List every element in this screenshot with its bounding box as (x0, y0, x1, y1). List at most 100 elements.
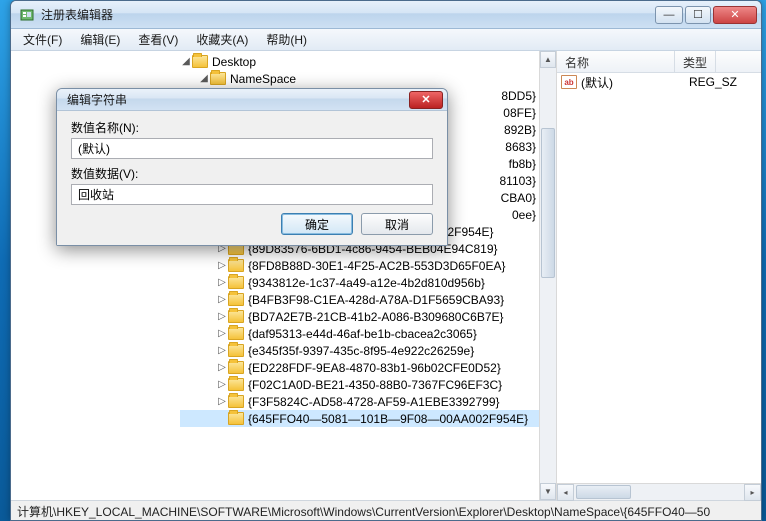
tree-item[interactable]: ◢ Desktop (180, 53, 556, 70)
hscroll-left-button[interactable]: ◂ (557, 484, 574, 501)
tree-item[interactable]: ▷ {BD7A2E7B-21CB-41b2-A086-B309680C6B7E} (180, 308, 556, 325)
dialog-body: 数值名称(N): 数值数据(V): 确定 取消 (57, 111, 447, 245)
list-row[interactable]: ab (默认) REG_SZ (557, 73, 761, 91)
scroll-thumb[interactable] (541, 128, 555, 278)
expand-toggle-icon[interactable]: ▷ (216, 260, 228, 272)
tree-label: NameSpace (230, 72, 296, 86)
expand-toggle-icon[interactable]: ◢ (180, 56, 192, 68)
tree-item[interactable]: ▷ {e345f35f-9397-435c-8f95-4e922c26259e} (180, 342, 556, 359)
tree-vscrollbar[interactable]: ▲ ▼ (539, 51, 556, 500)
value-name-input[interactable] (71, 138, 433, 159)
tree-label: 892B} (504, 123, 536, 137)
tree-item[interactable]: ▷ {daf95313-e44d-46af-be1b-cbacea2c3065} (180, 325, 556, 342)
window-buttons: — ☐ ✕ (655, 6, 757, 24)
edit-string-dialog: 编辑字符串 ✕ 数值名称(N): 数值数据(V): 确定 取消 (56, 88, 448, 246)
col-name[interactable]: 名称 (557, 51, 675, 72)
folder-icon (228, 412, 244, 425)
tree-item[interactable]: ▷ {F02C1A0D-BE21-4350-88B0-7367FC96EF3C} (180, 376, 556, 393)
string-icon: ab (561, 75, 577, 89)
tree-label: 81103} (500, 174, 537, 188)
tree-item[interactable]: ▷ {B4FB3F98-C1EA-428d-A78A-D1F5659CBA93} (180, 291, 556, 308)
tree-label: 0ee} (512, 208, 536, 222)
dialog-title: 编辑字符串 (67, 91, 409, 108)
tree-label: 8683} (505, 140, 536, 154)
folder-icon (228, 327, 244, 340)
list-header[interactable]: 名称 类型 (557, 51, 761, 73)
tree-label: {BD7A2E7B-21CB-41b2-A086-B309680C6B7E} (248, 310, 504, 324)
col-type[interactable]: 类型 (675, 51, 716, 72)
folder-icon (228, 344, 244, 357)
tree-label: 8DD5} (501, 89, 536, 103)
folder-icon (192, 55, 208, 68)
titlebar[interactable]: 注册表编辑器 — ☐ ✕ (11, 1, 761, 29)
tree-item[interactable]: {645FFO40—5081—101B—9F08—00AA002F954E} (180, 410, 556, 427)
tree-label: Desktop (212, 55, 256, 69)
expand-toggle-icon[interactable]: ▷ (216, 379, 228, 391)
tree-label: {645FFO40—5081—101B—9F08—00AA002F954E} (248, 412, 528, 426)
menubar: 文件(F) 编辑(E) 查看(V) 收藏夹(A) 帮助(H) (11, 29, 761, 51)
ok-button[interactable]: 确定 (281, 213, 353, 235)
menu-favorites[interactable]: 收藏夹(A) (188, 29, 256, 50)
tree-item[interactable]: ▷ {F3F5824C-AD58-4728-AF59-A1EBE3392799} (180, 393, 556, 410)
folder-icon (228, 378, 244, 391)
value-list-pane: 名称 类型 ab (默认) REG_SZ ◂ ▸ (557, 51, 761, 500)
window-title: 注册表编辑器 (41, 6, 655, 23)
maximize-button[interactable]: ☐ (685, 6, 711, 24)
folder-icon (228, 361, 244, 374)
folder-icon (210, 72, 226, 85)
folder-icon (228, 293, 244, 306)
value-data-input[interactable] (71, 184, 433, 205)
expand-toggle-icon[interactable]: ▷ (216, 328, 228, 340)
tree-item[interactable]: ▷ {ED228FDF-9EA8-4870-83b1-96b02CFE0D52} (180, 359, 556, 376)
tree-label: {F3F5824C-AD58-4728-AF59-A1EBE3392799} (248, 395, 500, 409)
close-button[interactable]: ✕ (713, 6, 757, 24)
menu-edit[interactable]: 编辑(E) (72, 29, 128, 50)
folder-icon (228, 276, 244, 289)
expand-toggle-icon[interactable]: ▷ (216, 294, 228, 306)
regedit-icon (19, 7, 35, 23)
expand-toggle-icon[interactable]: ▷ (216, 277, 228, 289)
folder-icon (228, 395, 244, 408)
scroll-track[interactable] (540, 68, 556, 483)
value-name: (默认) (581, 74, 689, 91)
status-path: 计算机\HKEY_LOCAL_MACHINE\SOFTWARE\Microsof… (17, 505, 710, 519)
expand-toggle-icon[interactable]: ▷ (216, 311, 228, 323)
tree-label: {8FD8B88D-30E1-4F25-AC2B-553D3D65F0EA} (248, 259, 505, 273)
main-window: 注册表编辑器 — ☐ ✕ 文件(F) 编辑(E) 查看(V) 收藏夹(A) 帮助… (10, 0, 762, 521)
tree-label: {e345f35f-9397-435c-8f95-4e922c26259e} (248, 344, 474, 358)
expand-toggle-icon[interactable]: ◢ (198, 73, 210, 85)
expand-toggle-icon[interactable]: ▷ (216, 396, 228, 408)
tree-label: CBA0} (501, 191, 536, 205)
value-name-label: 数值名称(N): (71, 119, 433, 136)
scroll-down-button[interactable]: ▼ (540, 483, 556, 500)
tree-label: {F02C1A0D-BE21-4350-88B0-7367FC96EF3C} (248, 378, 502, 392)
tree-label: {ED228FDF-9EA8-4870-83b1-96b02CFE0D52} (248, 361, 501, 375)
cancel-button[interactable]: 取消 (361, 213, 433, 235)
tree-item[interactable]: ▷ {9343812e-1c37-4a49-a12e-4b2d810d956b} (180, 274, 556, 291)
menu-help[interactable]: 帮助(H) (258, 29, 315, 50)
expand-toggle-icon[interactable]: ▷ (216, 345, 228, 357)
list-hscrollbar[interactable]: ◂ ▸ (557, 483, 761, 500)
folder-icon (228, 310, 244, 323)
tree-label: {9343812e-1c37-4a49-a12e-4b2d810d956b} (248, 276, 485, 290)
value-data-label: 数值数据(V): (71, 165, 433, 182)
tree-label: fb8b} (509, 157, 536, 171)
statusbar: 计算机\HKEY_LOCAL_MACHINE\SOFTWARE\Microsof… (11, 500, 761, 520)
hscroll-track[interactable] (574, 484, 744, 500)
hscroll-thumb[interactable] (576, 485, 631, 499)
dialog-titlebar[interactable]: 编辑字符串 ✕ (57, 89, 447, 111)
minimize-button[interactable]: — (655, 6, 683, 24)
dialog-close-button[interactable]: ✕ (409, 91, 443, 109)
menu-view[interactable]: 查看(V) (130, 29, 186, 50)
hscroll-right-button[interactable]: ▸ (744, 484, 761, 501)
tree-label: {B4FB3F98-C1EA-428d-A78A-D1F5659CBA93} (248, 293, 504, 307)
tree-item[interactable]: ▷ {8FD8B88D-30E1-4F25-AC2B-553D3D65F0EA} (180, 257, 556, 274)
tree-label: 08FE} (503, 106, 536, 120)
tree-label: {daf95313-e44d-46af-be1b-cbacea2c3065} (248, 327, 477, 341)
scroll-up-button[interactable]: ▲ (540, 51, 556, 68)
tree-item[interactable]: ◢ NameSpace (180, 70, 556, 87)
folder-icon (228, 259, 244, 272)
expand-toggle-icon[interactable]: ▷ (216, 362, 228, 374)
menu-file[interactable]: 文件(F) (15, 29, 70, 50)
value-type: REG_SZ (689, 75, 737, 89)
